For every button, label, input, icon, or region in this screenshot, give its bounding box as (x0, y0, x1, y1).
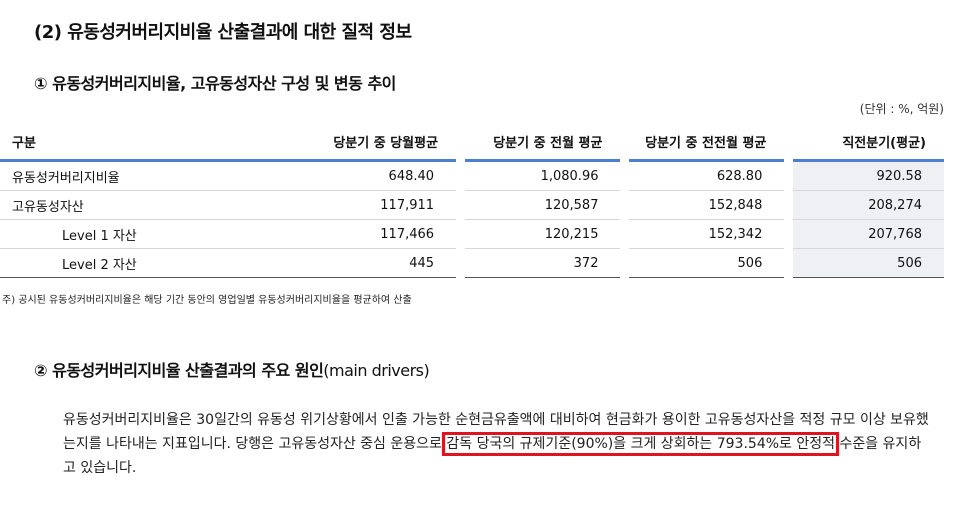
header-prev-month: 당분기 중 전월 평균 (464, 123, 621, 162)
table-cell: 920.58 (792, 160, 944, 191)
table-cell: 117,466 (300, 219, 457, 249)
page-title: (2) 유동성커버리지비율 산출결과에 대한 질적 정보 (34, 22, 412, 43)
row-label: 고유동성자산 (0, 190, 301, 220)
lcr-table: 구분 당분기 중 당월평균 당분기 중 전월 평균 당분기 중 전전월 평균 직… (0, 123, 944, 278)
table-footnote: 주) 공시된 유동성커버리지비율은 해당 기간 동안의 영업일별 유동성커버리지… (2, 295, 412, 306)
table-cell: 506 (629, 248, 785, 278)
table-row: Level 2 자산 445 372 506 506 (0, 248, 944, 278)
table-cell: 152,848 (629, 190, 785, 220)
section2-title-bold: ② 유동성커버리지비율 산출결과의 주요 원인 (34, 361, 324, 380)
unit-label: (단위 : %, 억원) (859, 102, 944, 116)
table-cell: 628.80 (629, 160, 785, 191)
table-row: 고유동성자산 117,911 120,587 152,848 208,274 (0, 190, 944, 220)
table-cell: 152,342 (629, 219, 785, 249)
section2-title-suffix: (main drivers) (323, 361, 430, 380)
table-cell: 372 (464, 248, 621, 278)
section1-title: ① 유동성커버리지비율, 고유동성자산 구성 및 변동 추이 (34, 74, 396, 93)
header-prior-quarter: 직전분기(평균) (792, 123, 944, 162)
section2-title: ② 유동성커버리지비율 산출결과의 주요 원인(main drivers) (34, 357, 430, 381)
table-header-row: 구분 당분기 중 당월평균 당분기 중 전월 평균 당분기 중 전전월 평균 직… (0, 123, 944, 162)
row-label: 유동성커버리지비율 (0, 160, 301, 191)
table-cell: 117,911 (300, 190, 457, 220)
table-cell: 208,274 (792, 190, 944, 220)
header-category: 구분 (0, 123, 301, 162)
table-row: Level 1 자산 117,466 120,215 152,342 207,7… (0, 219, 944, 249)
table-cell: 120,587 (464, 190, 621, 220)
table-cell: 648.40 (300, 160, 457, 191)
table-row: 유동성커버리지비율 648.40 1,080.96 628.80 920.58 (0, 160, 944, 191)
highlighted-text: 감독 당국의 규제기준(90%)을 크게 상회하는 793.54%로 안정적 (442, 432, 840, 456)
header-current-month: 당분기 중 당월평균 (300, 123, 457, 162)
table-cell: 120,215 (464, 219, 621, 249)
table-cell: 207,768 (792, 219, 944, 249)
table-cell: 1,080.96 (464, 160, 621, 191)
table-cell: 506 (792, 248, 944, 278)
table-cell: 445 (300, 248, 457, 278)
drivers-paragraph: 유동성커버리지비율은 30일간의 유동성 위기상황에서 인출 가능한 순현금유출… (63, 408, 933, 480)
row-label: Level 2 자산 (0, 248, 301, 278)
header-prev-prev-month: 당분기 중 전전월 평균 (629, 123, 785, 162)
row-label: Level 1 자산 (0, 219, 301, 249)
